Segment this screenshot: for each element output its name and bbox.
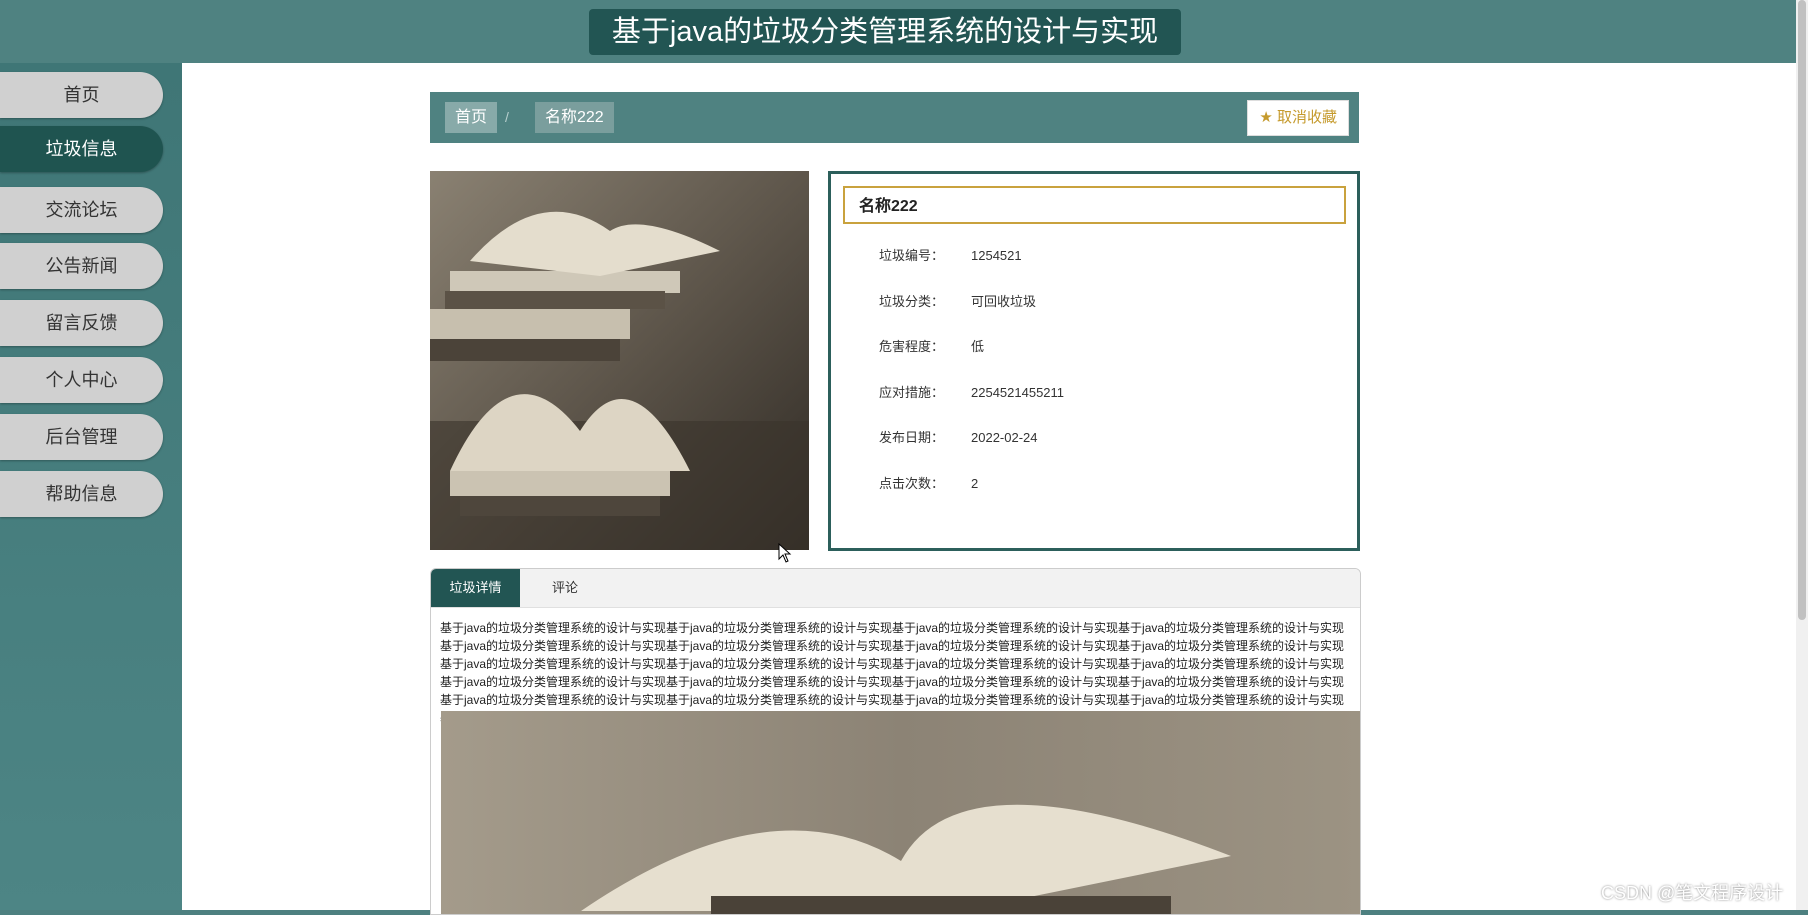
field-label: 发布日期：	[879, 430, 945, 445]
field-value: 1254521	[971, 248, 1022, 263]
field-value: 2254521455211	[971, 385, 1065, 400]
field-value: 2022-02-24	[971, 430, 1038, 445]
field-label: 垃圾编号：	[879, 248, 945, 263]
vertical-scrollbar[interactable]	[1796, 0, 1808, 910]
field-label: 垃圾分类：	[879, 294, 945, 309]
detail-tabs: 垃圾详情 评论 基于java的垃圾分类管理系统的设计与实现基于java的垃圾分类…	[430, 568, 1361, 915]
site-title: 基于java的垃圾分类管理系统的设计与实现	[589, 9, 1181, 55]
sidebar-item-profile[interactable]: 个人中心	[0, 357, 163, 403]
unfavorite-button[interactable]: ★ 取消收藏	[1247, 100, 1349, 136]
field-value: 可回收垃圾	[971, 294, 1037, 309]
sidebar-item-admin[interactable]: 后台管理	[0, 414, 163, 460]
tab-bar: 垃圾详情 评论	[431, 569, 1360, 608]
field-value: 低	[971, 339, 985, 354]
detail-photo	[441, 711, 1360, 914]
field-measures: 应对措施： 2254521455211	[879, 382, 1064, 401]
breadcrumb-home[interactable]: 首页	[445, 102, 498, 133]
unfavorite-label: 取消收藏	[1276, 109, 1337, 126]
books-detail-image	[441, 711, 1360, 914]
detail-panel: 名称222 垃圾编号： 1254521 垃圾分类： 可回收垃圾 危害程度： 低 应对措…	[828, 171, 1360, 551]
garbage-photo	[430, 171, 809, 550]
breadcrumb-separator: /	[505, 109, 509, 125]
scrollbar-thumb[interactable]	[1798, 0, 1806, 620]
sidebar-item-garbage-info[interactable]: 垃圾信息	[0, 126, 163, 172]
field-hazard-level: 危害程度： 低	[879, 336, 984, 355]
tab-comments[interactable]: 评论	[520, 569, 610, 607]
field-label: 危害程度：	[879, 339, 945, 354]
field-label: 点击次数：	[879, 476, 945, 491]
sidebar-item-forum[interactable]: 交流论坛	[0, 187, 163, 233]
watermark: CSDN @笔文程序设计	[1601, 883, 1784, 903]
field-label: 应对措施：	[879, 385, 945, 400]
sidebar-item-feedback[interactable]: 留言反馈	[0, 300, 163, 346]
field-click-count: 点击次数： 2	[879, 473, 978, 492]
star-icon: ★	[1259, 109, 1273, 126]
sidebar-item-home[interactable]: 首页	[0, 72, 163, 118]
tab-garbage-detail[interactable]: 垃圾详情	[431, 569, 520, 607]
breadcrumb-current: 名称222	[535, 102, 614, 133]
sidebar: 首页 垃圾信息 交流论坛 公告新闻 留言反馈 个人中心 后台管理 帮助信息	[0, 63, 182, 910]
field-value: 2	[971, 476, 979, 491]
sidebar-item-help[interactable]: 帮助信息	[0, 471, 163, 517]
detail-name: 名称222	[843, 186, 1346, 224]
sidebar-item-news[interactable]: 公告新闻	[0, 243, 163, 289]
field-publish-date: 发布日期： 2022-02-24	[879, 427, 1038, 446]
field-garbage-id: 垃圾编号： 1254521	[879, 245, 1022, 264]
breadcrumb: 首页 / 名称222 ★ 取消收藏	[430, 92, 1359, 143]
mouse-cursor-icon	[778, 543, 792, 563]
field-category: 垃圾分类： 可回收垃圾	[879, 291, 1036, 310]
top-header: 基于java的垃圾分类管理系统的设计与实现	[0, 0, 1796, 63]
books-image	[430, 171, 809, 550]
